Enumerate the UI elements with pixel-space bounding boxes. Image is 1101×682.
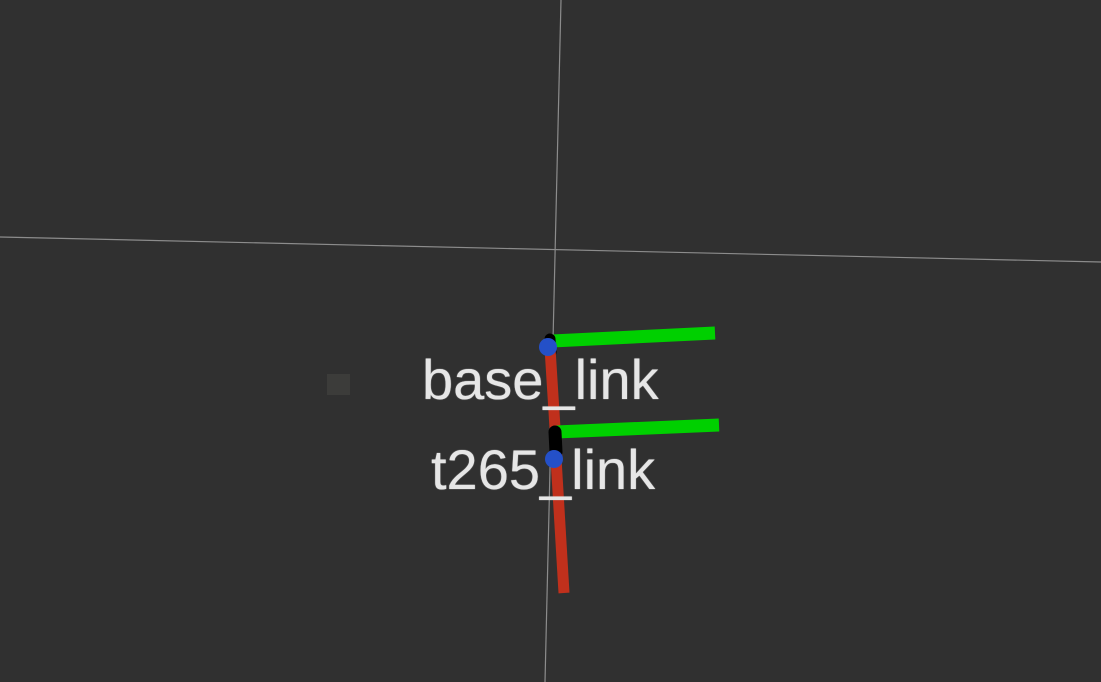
scene-marker: [327, 374, 350, 395]
frame-label-t265-link: t265_link: [431, 438, 656, 501]
3d-viewport[interactable]: base_link t265_link: [0, 0, 1101, 682]
scene-canvas: [0, 0, 1101, 682]
grid-line-horizontal: [0, 236, 1101, 263]
t265-link-y-axis: [555, 418, 720, 439]
frame-label-base-link: base_link: [422, 348, 659, 411]
base-link-y-axis: [551, 326, 716, 348]
